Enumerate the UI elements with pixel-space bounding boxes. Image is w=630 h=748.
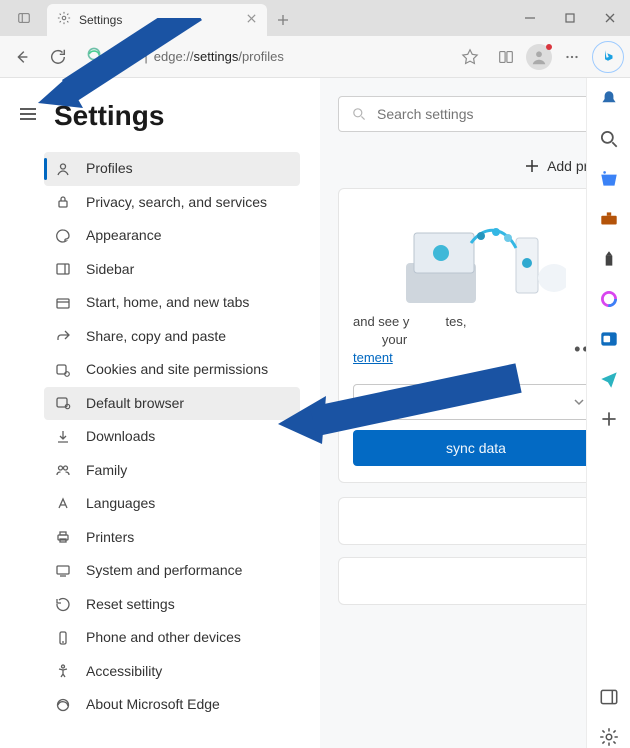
system-icon (54, 563, 72, 579)
annotation-arrow (38, 18, 218, 133)
close-icon[interactable] (246, 11, 257, 29)
nav-item-system[interactable]: System and performance (44, 554, 300, 588)
shopping-icon[interactable] (598, 168, 620, 190)
nav-item-accessibility[interactable]: Accessibility (44, 655, 300, 689)
back-button[interactable] (6, 41, 38, 73)
new-tab-button[interactable] (267, 4, 299, 36)
edge-logo-icon (54, 697, 72, 713)
search-icon (351, 106, 367, 122)
nav-item-profiles[interactable]: Profiles (44, 152, 300, 186)
tabs-icon (54, 295, 72, 311)
nav-list: Profiles Privacy, search, and services A… (14, 152, 300, 722)
hamburger-icon[interactable] (18, 104, 38, 129)
profile-icon (54, 161, 72, 177)
edge-sidebar (586, 78, 630, 748)
nav-item-reset[interactable]: Reset settings (44, 588, 300, 622)
chevron-down-icon (572, 395, 586, 409)
annotation-arrow (278, 352, 528, 467)
family-icon (54, 462, 72, 478)
outlook-icon[interactable] (598, 328, 620, 350)
share-icon (54, 328, 72, 344)
more-button[interactable] (556, 41, 588, 73)
add-profile-button[interactable]: Add profile (338, 158, 614, 174)
nav-item-share[interactable]: Share, copy and paste (44, 320, 300, 354)
download-icon (54, 429, 72, 445)
nav-item-printers[interactable]: Printers (44, 521, 300, 555)
collections-button[interactable] (490, 41, 522, 73)
office-icon[interactable] (598, 288, 620, 310)
language-icon (54, 496, 72, 512)
nav-item-downloads[interactable]: Downloads (44, 420, 300, 454)
profile-avatar[interactable] (526, 44, 552, 70)
nav-item-about[interactable]: About Microsoft Edge (44, 688, 300, 722)
window-maximize-button[interactable] (550, 0, 590, 36)
phone-icon (54, 630, 72, 646)
nav-item-default-browser[interactable]: Default browser (44, 387, 300, 421)
drop-icon[interactable] (598, 368, 620, 390)
nav-item-cookies[interactable]: Cookies and site permissions (44, 353, 300, 387)
sidebar-icon (54, 261, 72, 277)
nav-item-privacy[interactable]: Privacy, search, and services (44, 186, 300, 220)
accessibility-icon (54, 663, 72, 679)
search-icon[interactable] (598, 128, 620, 150)
plus-icon (525, 159, 539, 173)
settings-row[interactable] (338, 497, 614, 545)
notification-icon[interactable] (598, 88, 620, 110)
nav-item-appearance[interactable]: Appearance (44, 219, 300, 253)
bing-chat-button[interactable] (592, 41, 624, 73)
sidebar-settings-icon[interactable] (598, 726, 620, 748)
lock-icon (54, 194, 72, 210)
nav-item-languages[interactable]: Languages (44, 487, 300, 521)
settings-nav: Settings Profiles Privacy, search, and s… (0, 78, 320, 748)
window-close-button[interactable] (590, 0, 630, 36)
nav-item-family[interactable]: Family (44, 454, 300, 488)
browser-icon (54, 395, 72, 411)
window-minimize-button[interactable] (510, 0, 550, 36)
add-sidebar-icon[interactable] (598, 408, 620, 430)
nav-item-phone[interactable]: Phone and other devices (44, 621, 300, 655)
cookies-icon (54, 362, 72, 378)
reset-icon (54, 596, 72, 612)
settings-row[interactable] (338, 557, 614, 605)
nav-item-start[interactable]: Start, home, and new tabs (44, 286, 300, 320)
nav-item-sidebar[interactable]: Sidebar (44, 253, 300, 287)
favorite-button[interactable] (454, 41, 486, 73)
tools-icon[interactable] (598, 208, 620, 230)
sidebar-toggle-icon[interactable] (598, 686, 620, 708)
printer-icon (54, 529, 72, 545)
games-icon[interactable] (598, 248, 620, 270)
search-settings-input[interactable] (338, 96, 614, 132)
profile-illustration (353, 203, 599, 313)
palette-icon (54, 228, 72, 244)
